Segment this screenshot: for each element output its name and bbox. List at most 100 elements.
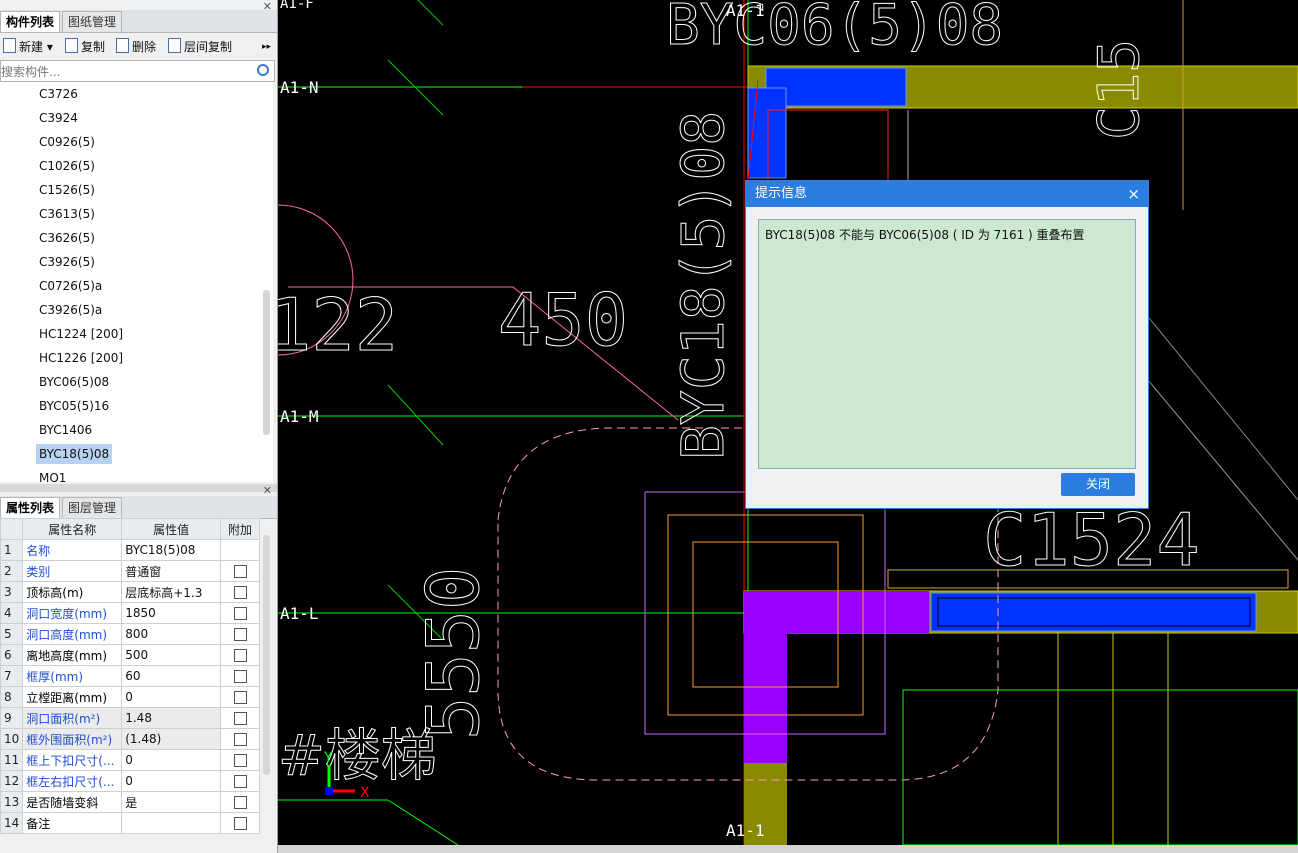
property-value[interactable]: 是 (121, 791, 222, 813)
tree-item[interactable]: C0926(5) (36, 132, 98, 152)
property-row[interactable]: 14 备注 (0, 812, 260, 834)
property-extra-cell (220, 539, 260, 561)
property-panel-tabs: 属性列表 图层管理 (0, 496, 277, 519)
panel-divider[interactable] (0, 484, 277, 492)
dialog-close-button[interactable]: 关闭 (1061, 473, 1135, 496)
tree-item[interactable]: C3613(5) (36, 204, 98, 224)
close-property-panel-icon[interactable]: ✕ (263, 484, 272, 497)
search-placeholder: 搜索构件... (1, 65, 61, 79)
extra-checkbox[interactable] (233, 670, 247, 683)
property-value[interactable]: 60 (121, 665, 222, 687)
extra-checkbox[interactable] (233, 565, 247, 578)
property-value[interactable] (121, 812, 222, 834)
property-value[interactable]: 0 (121, 770, 222, 792)
property-row[interactable]: 12 框左右扣尺寸(... 0 (0, 770, 260, 792)
tree-item[interactable]: C3924 (36, 108, 81, 128)
tree-item[interactable]: C3726 (36, 84, 81, 104)
property-row[interactable]: 6 离地高度(mm) 500 (0, 644, 260, 666)
tab-layer-management[interactable]: 图层管理 (62, 497, 123, 518)
extra-checkbox[interactable] (233, 754, 247, 767)
tree-item[interactable]: HC1224 [200] (36, 324, 126, 344)
property-value[interactable]: 800 (121, 623, 222, 645)
dialog-title-bar[interactable]: 提示信息 × (746, 181, 1148, 207)
property-name: 顶标高(m) (22, 581, 123, 603)
tree-scrollbar[interactable] (263, 290, 270, 435)
floor-copy-icon (168, 38, 181, 53)
property-row[interactable]: 11 框上下扣尺寸(... 0 (0, 749, 260, 771)
property-row[interactable]: 7 框厚(mm) 60 (0, 665, 260, 687)
property-index: 1 (0, 539, 24, 561)
property-index: 2 (0, 560, 24, 582)
extra-checkbox[interactable] (233, 586, 247, 599)
left-panel: 构件列表 图纸管理 ✕ 新建 ▾ 复制 删除 层间复制 ▸▸ 搜索构件... C… (0, 0, 278, 853)
tree-item[interactable]: BYC18(5)08 (36, 444, 113, 464)
property-row[interactable]: 8 立樘距离(mm) 0 (0, 686, 260, 708)
property-value[interactable]: 层底标高+1.3 (121, 581, 222, 603)
property-row[interactable]: 9 洞口面积(m²) 1.48 (0, 707, 260, 729)
tree-item[interactable]: C3926(5) (36, 252, 98, 272)
property-row[interactable]: 10 框外围面积(m²) (1.48) (0, 728, 260, 750)
tree-item[interactable]: BYC1406 (36, 420, 95, 440)
close-panel-icon[interactable]: ✕ (263, 0, 272, 13)
extra-checkbox[interactable] (233, 628, 247, 641)
delete-label: 删除 (132, 40, 157, 54)
tree-item[interactable]: MQ1 (36, 468, 69, 482)
header-extra: 附加 (220, 518, 260, 540)
extra-checkbox[interactable] (233, 607, 247, 620)
property-value[interactable]: 0 (121, 686, 222, 708)
extra-checkbox[interactable] (233, 712, 247, 725)
property-index: 12 (0, 770, 24, 792)
extra-checkbox[interactable] (233, 775, 247, 788)
close-icon[interactable]: × (1127, 181, 1140, 207)
extra-checkbox[interactable] (233, 691, 247, 704)
copy-button[interactable]: 复制 (65, 38, 105, 56)
property-name: 框外围面积(m²) (22, 728, 123, 750)
property-name: 框左右扣尺寸(... (22, 770, 123, 792)
property-name: 备注 (22, 812, 123, 834)
property-scrollbar[interactable] (263, 535, 270, 775)
property-value[interactable]: BYC18(5)08 (121, 539, 222, 561)
svg-text:C15: C15 (1087, 39, 1152, 140)
tree-item[interactable]: C0726(5)a (36, 276, 105, 296)
tree-item[interactable]: HC1226 [200] (36, 348, 126, 368)
search-input[interactable]: 搜索构件... (0, 60, 275, 82)
property-row[interactable]: 1 名称 BYC18(5)08 (0, 539, 260, 561)
extra-checkbox[interactable] (233, 649, 247, 662)
floor-copy-button[interactable]: 层间复制 (168, 38, 232, 56)
tab-component-list[interactable]: 构件列表 (0, 11, 61, 32)
component-toolbar: 新建 ▾ 复制 删除 层间复制 ▸▸ (0, 35, 277, 58)
new-button[interactable]: 新建 ▾ (3, 38, 53, 56)
extra-checkbox[interactable] (233, 733, 247, 746)
tree-item[interactable]: C1526(5) (36, 180, 98, 200)
tab-drawing-management[interactable]: 图纸管理 (62, 11, 123, 32)
property-extra-cell (220, 644, 260, 666)
property-row[interactable]: 2 类别 普通窗 (0, 560, 260, 582)
property-value[interactable]: 1850 (121, 602, 222, 624)
svg-text:BYC06(5)08: BYC06(5)08 (666, 0, 1003, 58)
extra-checkbox[interactable] (233, 817, 247, 830)
extra-checkbox[interactable] (233, 796, 247, 809)
property-value[interactable]: 500 (121, 644, 222, 666)
property-value[interactable]: 1.48 (121, 707, 222, 729)
property-row[interactable]: 13 是否随墙变斜是 (0, 791, 260, 813)
property-row[interactable]: 3 顶标高(m) 层底标高+1.3 (0, 581, 260, 603)
search-icon[interactable] (257, 64, 269, 76)
svg-text:122: 122 (278, 283, 398, 367)
dialog-message-box: BYC18(5)08 不能与 BYC06(5)08 ( ID 为 7161 ) … (758, 219, 1136, 469)
tree-item[interactable]: C3926(5)a (36, 300, 105, 320)
tree-item[interactable]: BYC05(5)16 (36, 396, 112, 416)
property-extra-cell (220, 812, 260, 834)
property-header-row: 属性名称 属性值 附加 (0, 518, 260, 540)
property-value[interactable]: 普通窗 (121, 560, 222, 582)
tree-item[interactable]: C3626(5) (36, 228, 98, 248)
delete-button[interactable]: 删除 (116, 38, 156, 56)
property-value[interactable]: (1.48) (121, 728, 222, 750)
property-value[interactable]: 0 (121, 749, 222, 771)
property-row[interactable]: 4 洞口宽度(mm) 1850 (0, 602, 260, 624)
more-button[interactable]: ▸▸ (262, 38, 271, 56)
property-row[interactable]: 5 洞口高度(mm) 800 (0, 623, 260, 645)
tree-item[interactable]: BYC06(5)08 (36, 372, 112, 392)
copy-icon (65, 38, 78, 53)
tab-property-list[interactable]: 属性列表 (0, 497, 61, 518)
tree-item[interactable]: C1026(5) (36, 156, 98, 176)
